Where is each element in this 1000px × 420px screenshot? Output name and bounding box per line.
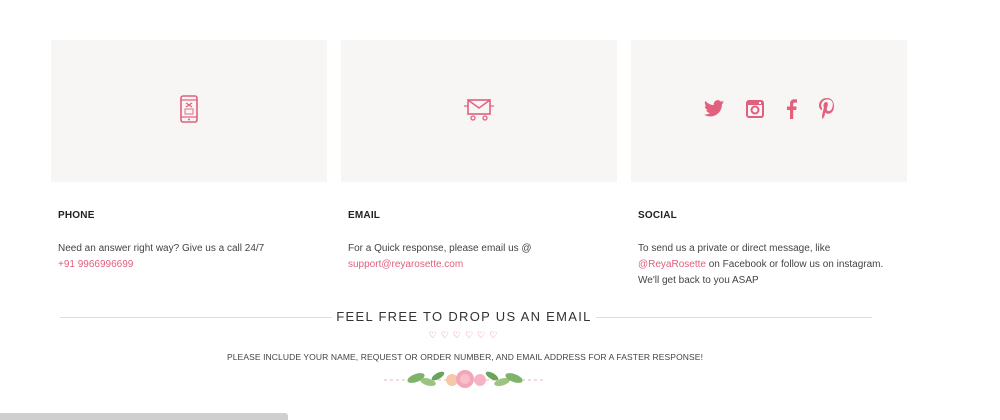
horizontal-scrollbar[interactable] [0,413,288,420]
phone-heading: PHONE [58,210,95,221]
drop-email-title: FEEL FREE TO DROP US AN EMAIL [336,309,592,324]
phone-number-link[interactable]: +91 9966996699 [58,259,133,270]
envelope-icon [464,97,494,126]
phone-column: PHONE Need an answer right way? Give us … [58,208,328,273]
social-card [631,40,907,182]
email-column: EMAIL For a Quick response, please email… [348,208,618,273]
social-heading: SOCIAL [638,210,677,221]
social-handle-link[interactable]: @ReyaRosette [638,259,706,270]
social-description: To send us a private or direct message, … [638,241,900,289]
twitter-icon[interactable] [703,100,724,122]
drop-email-note: PLEASE INCLUDE YOUR NAME, REQUEST OR ORD… [226,352,704,362]
hearts-decoration: ♡♡♡♡♡♡ [428,330,502,340]
email-description: For a Quick response, please email us @ [348,243,532,254]
floral-divider [374,366,554,394]
pinterest-icon[interactable] [818,97,835,125]
social-text-before: To send us a private or direct message, … [638,243,831,254]
email-heading: EMAIL [348,210,381,221]
phone-description: Need an answer right way? Give us a call… [58,243,265,254]
email-address-link[interactable]: support@reyarosette.com [348,259,463,270]
divider-right [596,317,872,318]
divider-left [60,317,332,318]
facebook-icon[interactable] [786,98,797,124]
instagram-icon[interactable] [745,99,764,123]
social-column: SOCIAL To send us a private or direct me… [638,208,900,289]
phone-card [51,40,327,182]
email-card [341,40,617,182]
phone-icon [180,94,198,128]
